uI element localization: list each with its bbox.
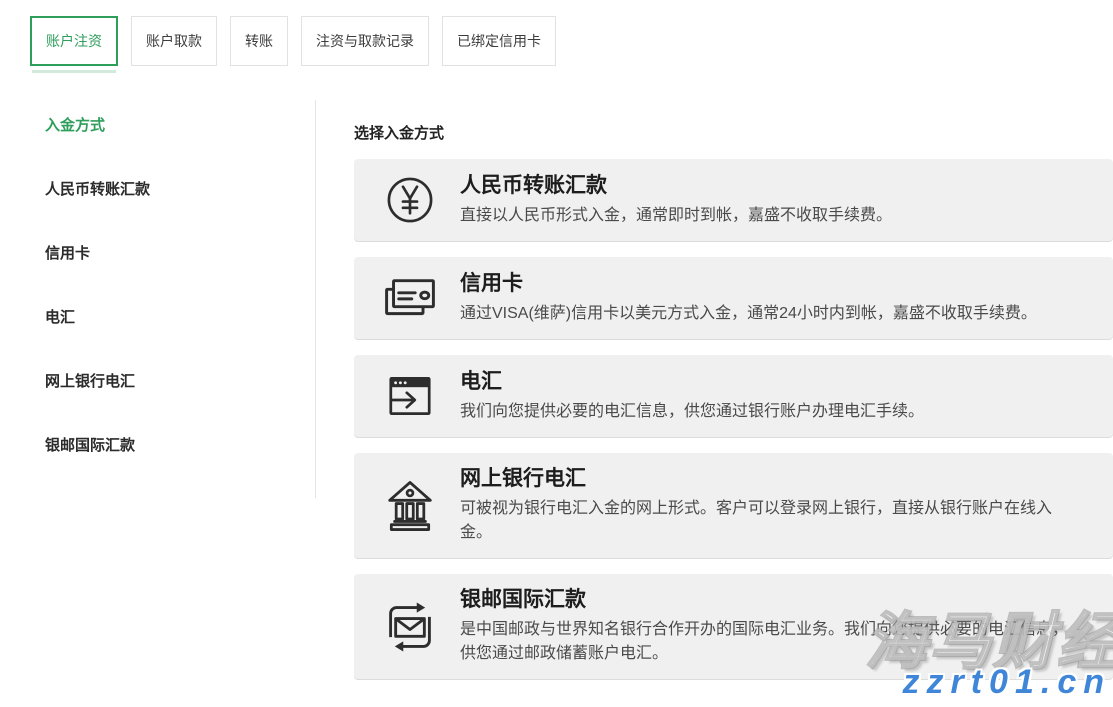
method-title: 电汇 — [460, 369, 1080, 395]
method-card-text: 网上银行电汇 可被视为银行电汇入金的网上形式。客户可以登录网上银行，直接从银行账… — [460, 466, 1080, 545]
method-description: 可被视为银行电汇入金的网上形式。客户可以登录网上银行，直接从银行账户在线入金。 — [460, 497, 1080, 545]
deposit-sidebar: 入金方式 人民币转账汇款 信用卡 电汇 网上银行电汇 银邮国际汇款 — [0, 100, 316, 498]
top-tab-4[interactable]: 注资与取款记录 — [301, 16, 429, 66]
sidebar-item-6[interactable]: 银邮国际汇款 — [45, 434, 315, 498]
bank-icon — [382, 478, 438, 534]
method-card-text: 银邮国际汇款 是中国邮政与世界知名银行合作开办的国际电汇业务。我们向您提供必要的… — [460, 587, 1080, 666]
method-card-4[interactable]: 网上银行电汇 可被视为银行电汇入金的网上形式。客户可以登录网上银行，直接从银行账… — [354, 453, 1113, 558]
method-card-list: 人民币转账汇款 直接以人民币形式入金，通常即时到帐，嘉盛不收取手续费。 信用卡 … — [354, 159, 1113, 679]
method-title: 网上银行电汇 — [460, 466, 1080, 492]
top-tab-3[interactable]: 转账 — [230, 16, 288, 66]
sidebar-item-2[interactable]: 人民币转账汇款 — [45, 178, 315, 242]
method-title: 信用卡 — [460, 271, 1080, 297]
sidebar-item-label: 网上银行电汇 — [45, 373, 135, 390]
method-description: 是中国邮政与世界知名银行合作开办的国际电汇业务。我们向您提供必要的电汇信息，供您… — [460, 618, 1080, 666]
tab-label: 已绑定信用卡 — [457, 33, 541, 49]
top-tab-1[interactable]: 账户注资 — [30, 16, 118, 66]
browser-arrow-icon — [382, 368, 438, 424]
sidebar-item-1[interactable]: 入金方式 — [45, 114, 315, 178]
top-tab-5[interactable]: 已绑定信用卡 — [442, 16, 556, 66]
sidebar-item-4[interactable]: 电汇 — [45, 306, 315, 370]
method-card-text: 人民币转账汇款 直接以人民币形式入金，通常即时到帐，嘉盛不收取手续费。 — [460, 173, 1080, 228]
method-card-1[interactable]: 人民币转账汇款 直接以人民币形式入金，通常即时到帐，嘉盛不收取手续费。 — [354, 159, 1113, 241]
method-card-text: 信用卡 通过VISA(维萨)信用卡以美元方式入金，通常24小时内到帐，嘉盛不收取… — [460, 271, 1080, 326]
sidebar-item-label: 银邮国际汇款 — [45, 437, 135, 454]
top-tabs-bar: 账户注资 账户取款 转账 注资与取款记录 已绑定信用卡 — [0, 0, 1113, 66]
main-panel: 选择入金方式 人民币转账汇款 直接以人民币形式入金，通常即时到帐，嘉盛不收取手续… — [316, 100, 1113, 695]
tab-label: 账户取款 — [146, 33, 202, 49]
method-title: 银邮国际汇款 — [460, 587, 1080, 613]
method-card-5[interactable]: 银邮国际汇款 是中国邮政与世界知名银行合作开办的国际电汇业务。我们向您提供必要的… — [354, 574, 1113, 679]
method-description: 通过VISA(维萨)信用卡以美元方式入金，通常24小时内到帐，嘉盛不收取手续费。 — [460, 302, 1080, 326]
method-card-2[interactable]: 信用卡 通过VISA(维萨)信用卡以美元方式入金，通常24小时内到帐，嘉盛不收取… — [354, 257, 1113, 339]
tab-label: 注资与取款记录 — [316, 33, 414, 49]
method-card-3[interactable]: 电汇 我们向您提供必要的电汇信息，供您通过银行账户办理电汇手续。 — [354, 355, 1113, 437]
method-description: 我们向您提供必要的电汇信息，供您通过银行账户办理电汇手续。 — [460, 400, 1080, 424]
sidebar-item-label: 人民币转账汇款 — [45, 181, 150, 198]
credit-card-icon — [382, 270, 438, 326]
tab-label: 账户注资 — [46, 33, 102, 49]
sidebar-item-label: 入金方式 — [45, 117, 105, 134]
content-area: 入金方式 人民币转账汇款 信用卡 电汇 网上银行电汇 银邮国际汇款 选择入金方式… — [0, 100, 1113, 695]
mail-loop-icon — [382, 599, 438, 655]
method-description: 直接以人民币形式入金，通常即时到帐，嘉盛不收取手续费。 — [460, 204, 1080, 228]
sidebar-item-label: 电汇 — [45, 309, 75, 326]
section-heading: 选择入金方式 — [354, 122, 1113, 143]
sidebar-item-3[interactable]: 信用卡 — [45, 242, 315, 306]
tab-label: 转账 — [245, 33, 273, 49]
yuan-circle-icon — [382, 172, 438, 228]
method-title: 人民币转账汇款 — [460, 173, 1080, 199]
sidebar-item-5[interactable]: 网上银行电汇 — [45, 370, 315, 434]
top-tab-2[interactable]: 账户取款 — [131, 16, 217, 66]
method-card-text: 电汇 我们向您提供必要的电汇信息，供您通过银行账户办理电汇手续。 — [460, 369, 1080, 424]
sidebar-item-label: 信用卡 — [45, 245, 90, 262]
